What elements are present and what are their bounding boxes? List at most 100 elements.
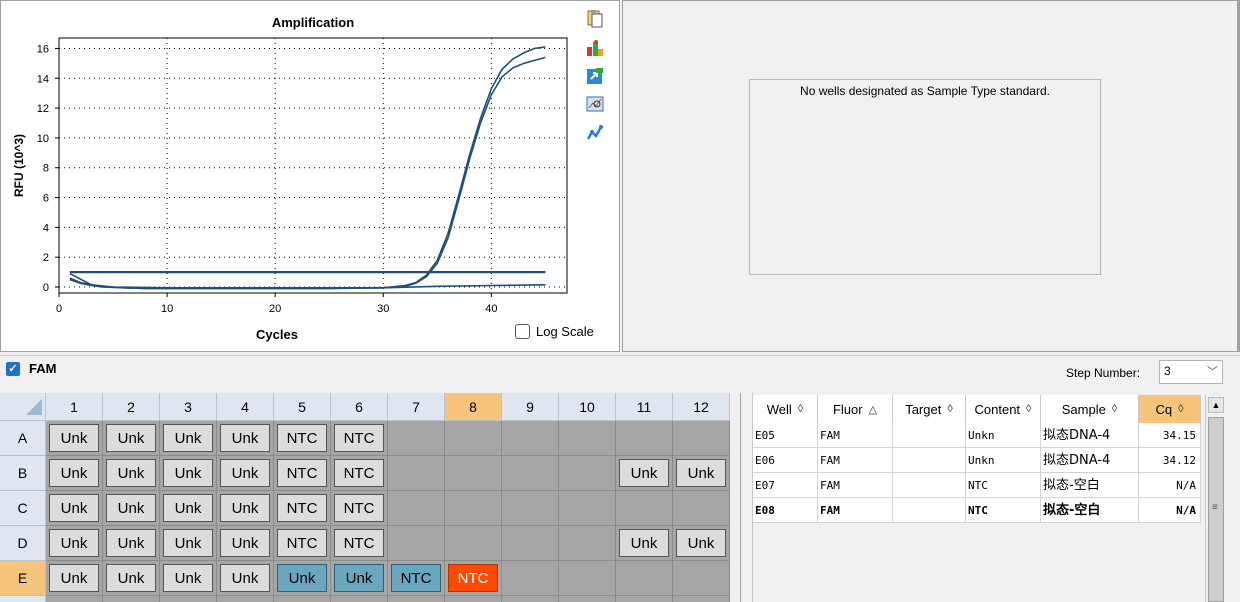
copy-icon[interactable] bbox=[585, 9, 605, 29]
column-header-11[interactable]: 11 bbox=[616, 393, 673, 421]
plate-well[interactable] bbox=[103, 596, 160, 602]
plate-well[interactable]: NTC bbox=[331, 421, 388, 456]
sort-icon[interactable]: ◊ bbox=[798, 403, 803, 415]
plate-well[interactable] bbox=[616, 491, 673, 526]
plate-well[interactable]: Unk bbox=[46, 421, 103, 456]
plate-well[interactable]: Unk bbox=[103, 456, 160, 491]
plate-well[interactable]: NTC bbox=[274, 421, 331, 456]
plate-well[interactable] bbox=[502, 526, 559, 561]
plate-well[interactable] bbox=[388, 421, 445, 456]
log-scale-checkbox[interactable] bbox=[515, 324, 530, 339]
column-header-target[interactable]: Target ◊ bbox=[893, 395, 966, 423]
plate-well[interactable]: Unk bbox=[160, 561, 217, 596]
plate-well[interactable]: Unk bbox=[217, 421, 274, 456]
plate-well[interactable]: Unk bbox=[160, 526, 217, 561]
sort-icon[interactable]: ◊ bbox=[947, 403, 952, 415]
column-header-fluor[interactable]: Fluor △ bbox=[818, 395, 893, 423]
plate-well[interactable] bbox=[559, 561, 616, 596]
plate-well[interactable] bbox=[445, 421, 502, 456]
plate-well[interactable]: Unk bbox=[46, 491, 103, 526]
export-icon[interactable] bbox=[585, 66, 605, 86]
plate-well[interactable]: Unk bbox=[103, 491, 160, 526]
plate-well[interactable] bbox=[559, 596, 616, 602]
row-header-B[interactable]: B bbox=[0, 456, 46, 491]
plate-well[interactable] bbox=[673, 561, 730, 596]
scroll-thumb[interactable]: ≡ bbox=[1208, 417, 1224, 602]
column-header-5[interactable]: 5 bbox=[274, 393, 331, 421]
sort-icon[interactable]: △ bbox=[869, 403, 877, 416]
column-header-well[interactable]: Well ◊ bbox=[753, 395, 818, 423]
plate-well[interactable] bbox=[445, 456, 502, 491]
plate-well[interactable]: NTC bbox=[331, 491, 388, 526]
column-header-sample[interactable]: Sample ◊ bbox=[1041, 395, 1139, 423]
fam-checkbox[interactable]: ✓ bbox=[6, 362, 20, 376]
plate-well[interactable] bbox=[616, 596, 673, 602]
plate-corner[interactable] bbox=[0, 393, 46, 421]
plate-well[interactable]: Unk bbox=[46, 526, 103, 561]
row-header[interactable] bbox=[0, 596, 46, 602]
step-number-select[interactable]: 3 ﹀ bbox=[1159, 360, 1223, 384]
table-scrollbar[interactable]: ▲ ≡ bbox=[1205, 395, 1225, 602]
column-header-6[interactable]: 6 bbox=[331, 393, 388, 421]
sort-icon[interactable]: ◊ bbox=[1178, 403, 1183, 415]
column-header-10[interactable]: 10 bbox=[559, 393, 616, 421]
plate-well[interactable] bbox=[673, 421, 730, 456]
plate-well[interactable]: NTC bbox=[331, 456, 388, 491]
plate-well[interactable] bbox=[388, 491, 445, 526]
plate-well[interactable] bbox=[616, 561, 673, 596]
plate-well[interactable] bbox=[217, 596, 274, 602]
plate-well[interactable] bbox=[502, 456, 559, 491]
column-header-9[interactable]: 9 bbox=[502, 393, 559, 421]
table-row[interactable]: E07 FAM NTC 拟态-空白 N/A bbox=[753, 473, 1201, 498]
row-header-C[interactable]: C bbox=[0, 491, 46, 526]
column-header-4[interactable]: 4 bbox=[217, 393, 274, 421]
plate-well[interactable]: Unk bbox=[616, 456, 673, 491]
plate-well[interactable]: Unk bbox=[217, 491, 274, 526]
plate-well[interactable] bbox=[673, 596, 730, 602]
row-header-A[interactable]: A bbox=[0, 421, 46, 456]
plate-well[interactable]: Unk bbox=[46, 456, 103, 491]
table-row[interactable]: E06 FAM Unkn 拟态DNA-4 34.12 bbox=[753, 448, 1201, 473]
log-scale-toggle[interactable]: Log Scale bbox=[515, 324, 594, 339]
plate-well[interactable]: Unk bbox=[217, 526, 274, 561]
color-settings-icon[interactable] bbox=[585, 38, 605, 58]
plate-well[interactable]: Unk bbox=[616, 526, 673, 561]
plate-well[interactable] bbox=[559, 456, 616, 491]
plate-well[interactable]: Unk bbox=[160, 491, 217, 526]
plate-well[interactable] bbox=[388, 526, 445, 561]
table-row[interactable]: E05 FAM Unkn 拟态DNA-4 34.15 bbox=[753, 423, 1201, 448]
scroll-up-button[interactable]: ▲ bbox=[1208, 397, 1224, 413]
plate-well[interactable]: NTC bbox=[274, 491, 331, 526]
column-header-1[interactable]: 1 bbox=[46, 393, 103, 421]
column-header-12[interactable]: 12 bbox=[673, 393, 730, 421]
plate-well[interactable]: NTC bbox=[274, 456, 331, 491]
plate-well[interactable]: Unk bbox=[217, 561, 274, 596]
plate-well[interactable] bbox=[160, 596, 217, 602]
plate-well[interactable]: Unk bbox=[331, 561, 388, 596]
plate-well[interactable] bbox=[559, 491, 616, 526]
plate-well[interactable]: NTC bbox=[274, 526, 331, 561]
sort-icon[interactable]: ◊ bbox=[1026, 403, 1031, 415]
column-header-8[interactable]: 8 bbox=[445, 393, 502, 421]
row-header-D[interactable]: D bbox=[0, 526, 46, 561]
zoom-chart-icon[interactable] bbox=[585, 94, 605, 114]
plate-well[interactable] bbox=[559, 526, 616, 561]
plate-well[interactable] bbox=[502, 421, 559, 456]
plate-well[interactable]: Unk bbox=[46, 561, 103, 596]
column-header-cq[interactable]: Cq ◊ bbox=[1139, 395, 1201, 423]
plate-well[interactable] bbox=[445, 526, 502, 561]
plate-well[interactable] bbox=[502, 561, 559, 596]
plate-well[interactable]: Unk bbox=[673, 526, 730, 561]
table-row[interactable]: E08 FAM NTC 拟态-空白 N/A bbox=[753, 498, 1201, 523]
plate-well[interactable]: Unk bbox=[103, 526, 160, 561]
plate-well[interactable] bbox=[616, 421, 673, 456]
row-header-E[interactable]: E bbox=[0, 561, 46, 596]
plate-well[interactable]: Unk bbox=[160, 456, 217, 491]
plate-well[interactable]: Unk bbox=[217, 456, 274, 491]
plate-well[interactable]: Unk bbox=[103, 561, 160, 596]
plate-well[interactable]: Unk bbox=[160, 421, 217, 456]
plate-well[interactable] bbox=[388, 456, 445, 491]
plate-well[interactable] bbox=[274, 596, 331, 602]
plate-well[interactable] bbox=[673, 491, 730, 526]
plate-well[interactable]: Unk bbox=[274, 561, 331, 596]
